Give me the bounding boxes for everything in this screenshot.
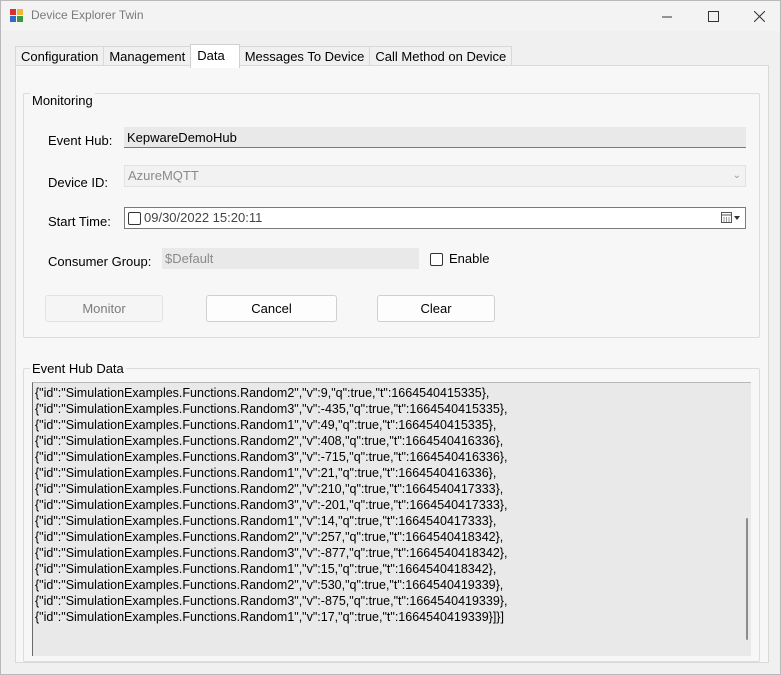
maximize-icon [707,10,719,22]
data-line: {"id":"SimulationExamples.Functions.Rand… [35,498,508,512]
data-line: {"id":"SimulationExamples.Functions.Rand… [35,418,497,432]
event-hub-label: Event Hub: [48,133,113,148]
data-line: {"id":"SimulationExamples.Functions.Rand… [35,450,508,464]
data-line: {"id":"SimulationExamples.Functions.Rand… [35,610,504,624]
data-line: {"id":"SimulationExamples.Functions.Rand… [35,402,508,416]
maximize-button[interactable] [690,1,736,31]
event-hub-data-textbox[interactable]: {"id":"SimulationExamples.Functions.Rand… [32,382,751,656]
start-time-value: 09/30/2022 15:20:11 [144,210,263,225]
monitoring-group-label: Monitoring [30,93,95,108]
event-hub-data-label: Event Hub Data [30,361,126,376]
data-line: {"id":"SimulationExamples.Functions.Rand… [35,530,504,544]
close-icon [753,10,765,22]
start-time-picker[interactable]: 09/30/2022 15:20:11 [124,207,746,229]
data-line: {"id":"SimulationExamples.Functions.Rand… [35,482,504,496]
start-time-checkbox[interactable] [128,212,141,225]
tab-configuration[interactable]: Configuration [15,46,105,67]
tab-strip: Configuration Management Data Messages T… [15,44,513,68]
tab-call-method-on-device[interactable]: Call Method on Device [369,46,513,67]
enable-checkbox[interactable] [430,253,443,267]
data-line: {"id":"SimulationExamples.Functions.Rand… [35,594,508,608]
tab-data[interactable]: Data [190,44,240,68]
minimize-icon [661,16,672,17]
main-window: Device Explorer Twin Configuration Manag… [0,0,781,675]
data-line: {"id":"SimulationExamples.Functions.Rand… [35,466,497,480]
data-tab-panel: Monitoring Event Hub: KepwareDemoHub Dev… [15,65,769,663]
consumer-group-field[interactable]: $Default [162,248,419,269]
data-line: {"id":"SimulationExamples.Functions.Rand… [35,434,504,448]
consumer-group-label: Consumer Group: [48,254,152,269]
close-button[interactable] [736,1,781,31]
enable-label: Enable [449,251,490,266]
device-id-dropdown[interactable]: AzureMQTT ⌄ [124,165,746,187]
data-line: {"id":"SimulationExamples.Functions.Rand… [35,514,497,528]
device-id-value: AzureMQTT [128,168,199,183]
device-id-label: Device ID: [48,175,108,190]
data-line: {"id":"SimulationExamples.Functions.Rand… [35,546,508,560]
chevron-down-icon: ⌄ [732,170,741,181]
tab-messages-to-device[interactable]: Messages To Device [238,46,371,67]
tab-management[interactable]: Management [103,46,192,67]
app-icon [10,9,23,22]
start-time-label: Start Time: [48,214,111,229]
data-line: {"id":"SimulationExamples.Functions.Rand… [35,562,497,576]
minimize-button[interactable] [644,1,690,31]
calendar-icon[interactable] [721,212,741,224]
scrollbar-thumb[interactable] [746,518,748,640]
monitor-button[interactable]: Monitor [45,295,163,322]
enable-checkbox-wrap[interactable]: Enable [430,251,490,267]
title-bar[interactable]: Device Explorer Twin [1,1,780,31]
event-hub-field[interactable]: KepwareDemoHub [124,127,746,148]
cancel-button[interactable]: Cancel [206,295,337,322]
window-title: Device Explorer Twin [31,8,144,22]
data-line: {"id":"SimulationExamples.Functions.Rand… [35,578,504,592]
clear-button[interactable]: Clear [377,295,495,322]
data-line: {"id":"SimulationExamples.Functions.Rand… [35,386,490,400]
